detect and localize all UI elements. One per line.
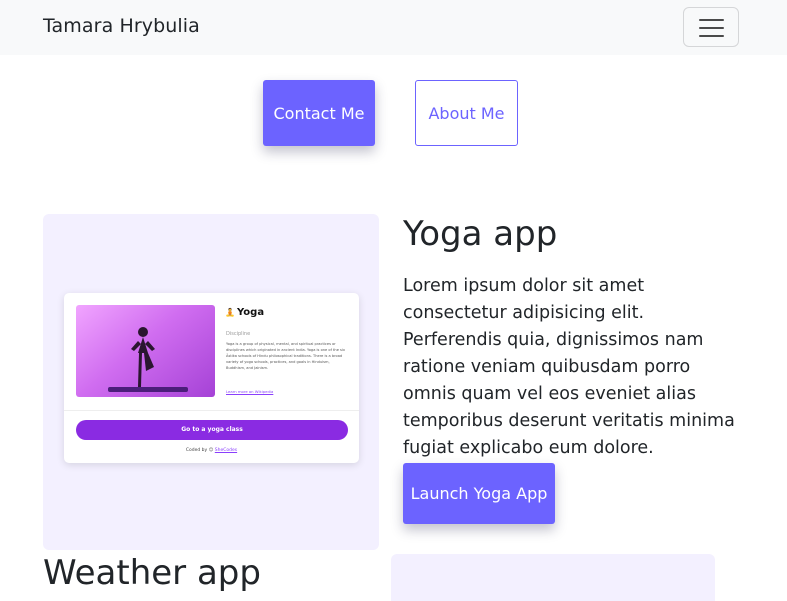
yoga-preview-title-text: Yoga [236, 307, 265, 318]
yoga-preview-card: 🧘 Yoga Discipline Yoga is a group of phys… [64, 293, 359, 463]
yoga-preview-subtitle: Discipline [226, 331, 251, 337]
yoga-pose-illustration [131, 327, 155, 387]
about-me-button[interactable]: About Me [415, 80, 518, 146]
yoga-mat [108, 387, 188, 392]
weather-app-preview [391, 554, 715, 601]
hamburger-icon-bar [699, 35, 724, 37]
divider [64, 410, 359, 411]
smile-icon: ☺ [208, 448, 214, 453]
navbar-brand[interactable]: Tamara Hrybulia [43, 15, 200, 37]
yoga-app-preview: 🧘 Yoga Discipline Yoga is a group of phys… [43, 214, 379, 550]
menu-toggle-button[interactable] [683, 7, 739, 47]
hamburger-icon-bar [699, 27, 724, 29]
project-title: Weather app [43, 553, 261, 593]
project-description: Lorem ipsum dolor sit amet consectetur a… [403, 276, 735, 458]
yoga-class-button[interactable]: Go to a yoga class [76, 420, 348, 440]
yoga-photo [76, 305, 215, 397]
yoga-preview-link[interactable]: Learn more on Wikipedia [226, 389, 273, 394]
launch-yoga-app-button[interactable]: Launch Yoga App [403, 463, 555, 524]
lotus-icon: 🧘 [225, 308, 235, 317]
navbar: Tamara Hrybulia [0, 0, 787, 55]
contact-me-button[interactable]: Contact Me [263, 80, 375, 146]
project-title: Yoga app [403, 214, 558, 254]
yoga-preview-text: Yoga is a group of physical, mental, and… [226, 342, 346, 370]
yoga-preview-footer: Coded by ☺ SheCodes [64, 448, 359, 453]
footer-author-link[interactable]: SheCodes [215, 448, 237, 453]
yoga-preview-title: 🧘 Yoga [225, 307, 264, 318]
hamburger-icon [699, 19, 724, 21]
footer-prefix: Coded by [185, 448, 208, 453]
